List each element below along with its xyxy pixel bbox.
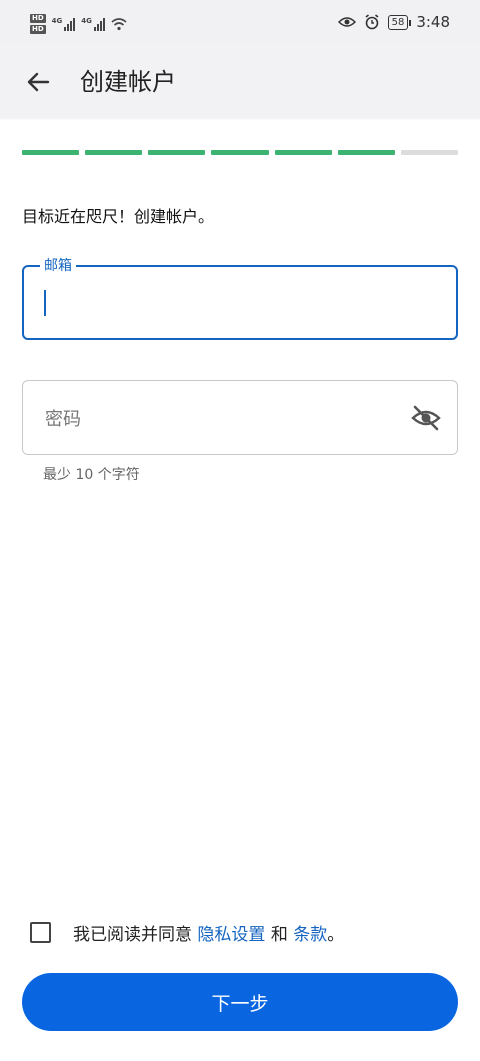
wifi-icon: [111, 18, 127, 31]
app-bar: 创建帐户: [0, 44, 480, 118]
alarm-icon: [365, 14, 379, 30]
signal-icon: 4G: [52, 17, 76, 31]
password-field[interactable]: [22, 380, 458, 455]
password-input[interactable]: [43, 401, 387, 437]
battery-icon: 58: [387, 14, 412, 30]
email-label: 邮箱: [40, 257, 76, 275]
terms-row: 我已阅读并同意 隐私设置 和 条款 。: [30, 920, 344, 945]
progress-segment: [22, 150, 80, 155]
progress-segment: [274, 150, 332, 155]
progress-segment: [148, 150, 206, 155]
terms-checkbox[interactable]: [30, 922, 51, 943]
terms-prefix: 我已阅读并同意: [73, 925, 192, 945]
signal-icon: 4G: [81, 17, 105, 31]
status-right: 58 3:48: [337, 13, 450, 31]
status-time: 3:48: [416, 13, 450, 31]
eye-icon: [337, 17, 356, 27]
headline-text: 目标近在咫尺！创建帐户。: [22, 207, 215, 226]
page-title: 创建帐户: [80, 68, 176, 96]
signal-label: 4G: [51, 17, 63, 25]
hd-icon: HD HD: [30, 14, 46, 34]
progress-segment: [211, 150, 269, 155]
terms-link[interactable]: 条款: [293, 920, 327, 945]
terms-conjunction: 和: [270, 925, 288, 945]
signal-label: 4G: [81, 17, 92, 25]
next-button[interactable]: 下一步: [22, 973, 458, 1031]
email-input[interactable]: [46, 285, 430, 323]
step-progress-bar: [22, 150, 458, 155]
progress-segment: [337, 150, 395, 155]
password-hint: 最少 10 个字符: [43, 467, 140, 483]
hd-label: HD: [30, 14, 46, 23]
eye-off-icon[interactable]: [411, 403, 441, 433]
privacy-settings-link[interactable]: 隐私设置: [197, 920, 265, 945]
hd-label: HD: [30, 25, 46, 34]
progress-segment: [85, 150, 143, 155]
email-field[interactable]: 邮箱: [22, 257, 458, 340]
status-bar: HD HD 4G 4G 58 3:48: [0, 0, 480, 44]
arrow-left-icon[interactable]: [22, 66, 54, 98]
terms-suffix: 。: [327, 925, 345, 945]
progress-segment: [400, 150, 458, 155]
status-left: HD HD 4G 4G: [30, 14, 127, 34]
